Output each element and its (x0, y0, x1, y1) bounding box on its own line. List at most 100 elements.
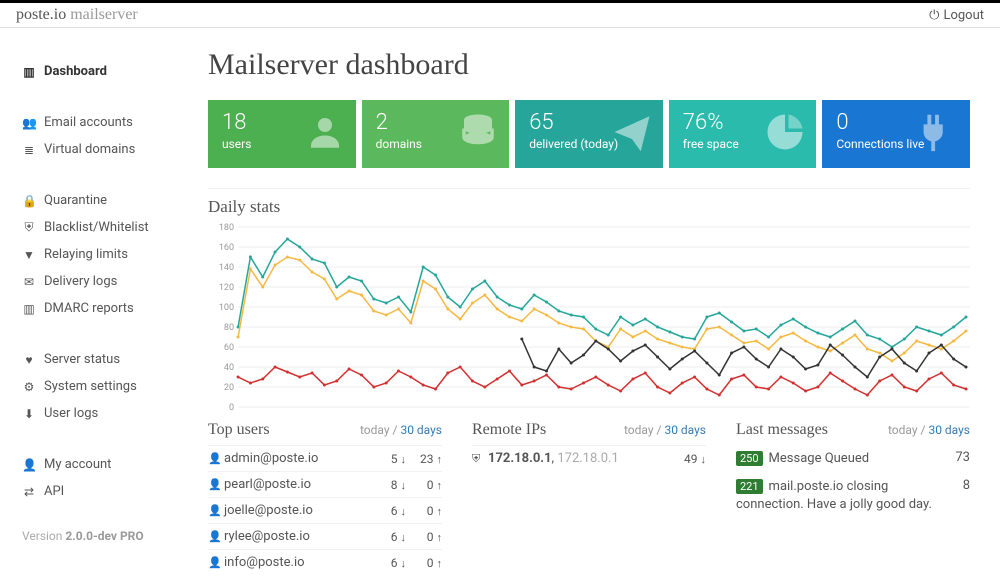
last-messages-section: Last messages today / 30 days 250Message Q… (736, 421, 970, 575)
sidebar-item-label: My account (44, 457, 111, 472)
status-badge: 250 (736, 451, 763, 466)
bottom-row: Top userstoday / 30 days👤admin@poste.io5… (208, 421, 970, 575)
brand-main: poste.io (16, 6, 66, 23)
db-icon (457, 111, 499, 157)
chart-wrap: 020406080100120140160180 (208, 223, 970, 413)
message-count: 73 (946, 450, 970, 468)
remote-ips-section: Remote IPs today / 30 days ⛨172.18.0.1, 17… (472, 421, 706, 575)
mail-icon: ✉ (22, 275, 36, 289)
sidebar-item-email-accounts[interactable]: 👥Email accounts (22, 109, 192, 136)
tile-delivered-today-[interactable]: 65delivered (today) (515, 100, 663, 168)
filter-icon: ▼ (22, 248, 36, 262)
brand: poste.io mailserver (16, 6, 138, 24)
svg-text:140: 140 (219, 263, 234, 273)
down-count: 6 ↓ (370, 556, 406, 570)
tile-free-space[interactable]: 76%free space (669, 100, 817, 168)
send-icon (611, 111, 653, 157)
user-icon: 👤 (22, 458, 36, 472)
sidebar-item-label: DMARC reports (44, 301, 134, 316)
up-count: 0 ↑ (406, 504, 442, 518)
db-icon: ≣ (22, 143, 36, 157)
up-count: 0 ↑ (406, 556, 442, 570)
user-icon: 👤 (208, 530, 224, 543)
user-row[interactable]: 👤pearl@poste.io8 ↓0 ↑ (208, 471, 442, 497)
sidebar-item-label: Delivery logs (44, 274, 117, 289)
sidebar-item-label: Quarantine (44, 193, 107, 208)
plug-icon (914, 109, 960, 159)
message-row[interactable]: 221mail.poste.io closing connection. Hav… (736, 473, 970, 519)
sidebar-item-my-account[interactable]: 👤 My account (22, 451, 192, 478)
user-row[interactable]: 👤admin@poste.io5 ↓23 ↑ (208, 445, 442, 471)
svg-text:100: 100 (219, 303, 234, 313)
sidebar-item-label: User logs (44, 406, 98, 421)
user-row[interactable]: 👤rylee@poste.io6 ↓0 ↑ (208, 523, 442, 549)
svg-text:60: 60 (224, 343, 234, 353)
sidebar-item-label: Dashboard (44, 64, 107, 79)
sidebar-item-user-logs[interactable]: ⬇User logs (22, 400, 192, 427)
daily-stats-panel: Daily stats 020406080100120140160180 (208, 188, 970, 413)
sidebar-item-label: Blacklist/Whitelist (44, 220, 149, 235)
svg-text:0: 0 (229, 403, 234, 413)
tile-users[interactable]: 18users (208, 100, 356, 168)
transfer-icon: ⇄ (22, 485, 36, 499)
sidebar-item-api[interactable]: ⇄API (22, 478, 192, 505)
ip-row[interactable]: ⛨172.18.0.1, 172.18.0.149 ↓ (472, 445, 706, 471)
up-count: 0 ↑ (406, 530, 442, 544)
section-title: Remote IPs (472, 421, 546, 439)
user-email: joelle@poste.io (224, 503, 370, 518)
sidebar-item-virtual-domains[interactable]: ≣ Virtual domains (22, 136, 192, 163)
sidebar-item-delivery-logs[interactable]: ✉ Delivery logs (22, 268, 192, 295)
sidebar-item-relaying-limits[interactable]: ▼ Relaying limits (22, 241, 192, 268)
chart-title: Daily stats (208, 197, 970, 217)
down-count: 6 ↓ (370, 504, 406, 518)
up-count: 0 ↑ (406, 478, 442, 492)
sidebar-item-label: Relaying limits (44, 247, 128, 262)
svg-text:40: 40 (224, 363, 234, 373)
sidebar-item-label: Email accounts (44, 115, 133, 130)
status-badge: 221 (736, 479, 763, 494)
svg-text:180: 180 (219, 223, 234, 233)
sidebar-item-blacklist-whitelist[interactable]: ⛨Blacklist/Whitelist (22, 214, 192, 241)
user-icon: 👤 (208, 478, 224, 491)
sidebar-item-dashboard[interactable]: ▥Dashboard (22, 58, 192, 85)
range-switch[interactable]: today / 30 days (624, 423, 706, 437)
message-row[interactable]: 250Message Queued73 (736, 445, 970, 473)
down-count: 6 ↓ (370, 530, 406, 544)
down-count: 8 ↓ (370, 478, 406, 492)
tile-domains[interactable]: 2domains (362, 100, 510, 168)
user-email: admin@poste.io (224, 451, 370, 466)
sidebar: ▥Dashboard 👥Email accounts ≣ Virtual domain… (0, 28, 192, 575)
power-icon: ⏻ (929, 8, 939, 23)
heart-icon: ♥ (22, 353, 36, 367)
sidebar-item-server-status[interactable]: ♥ Server status (22, 346, 192, 373)
sidebar-item-dmarc-reports[interactable]: ▥DMARC reports (22, 295, 192, 322)
sidebar-item-quarantine[interactable]: 🔒Quarantine (22, 187, 192, 214)
topbar: poste.io mailserver ⏻ Logout (0, 0, 1000, 28)
user-email: rylee@poste.io (224, 529, 370, 544)
stat-tiles: 18users2domains65delivered (today)76%fre… (208, 100, 970, 168)
user-row[interactable]: 👤info@poste.io6 ↓0 ↑ (208, 549, 442, 575)
sidebar-item-label: Virtual domains (44, 142, 135, 157)
user-icon (304, 111, 346, 157)
main-content: Mailserver dashboard 18users2domains65de… (192, 28, 1000, 575)
brand-sub: mailserver (70, 6, 138, 23)
range-switch[interactable]: today / 30 days (888, 423, 970, 437)
message-text: mail.poste.io closing connection. Have a… (736, 479, 932, 512)
shield-icon: ⛨ (472, 452, 488, 466)
user-row[interactable]: 👤joelle@poste.io6 ↓0 ↑ (208, 497, 442, 523)
logout-button[interactable]: ⏻ Logout (929, 8, 984, 23)
pie-icon (764, 111, 806, 157)
tile--onnections-live[interactable]: 0Connections live (822, 100, 970, 168)
sidebar-item-label: Server status (44, 352, 120, 367)
section-title: Top users (208, 421, 270, 439)
logout-label: Logout (943, 8, 984, 23)
section-title: Last messages (736, 421, 828, 439)
sidebar-item-system-settings[interactable]: ⚙System settings (22, 373, 192, 400)
user-icon: 👤 (208, 504, 224, 517)
svg-text:80: 80 (224, 323, 234, 333)
down-count: 5 ↓ (370, 452, 406, 466)
version-label: Version 2.0.0-dev PRO (22, 529, 192, 543)
range-switch[interactable]: today / 30 days (360, 423, 442, 437)
sidebar-item-label: System settings (44, 379, 137, 394)
daily-stats-chart: 020406080100120140160180 (208, 223, 970, 413)
